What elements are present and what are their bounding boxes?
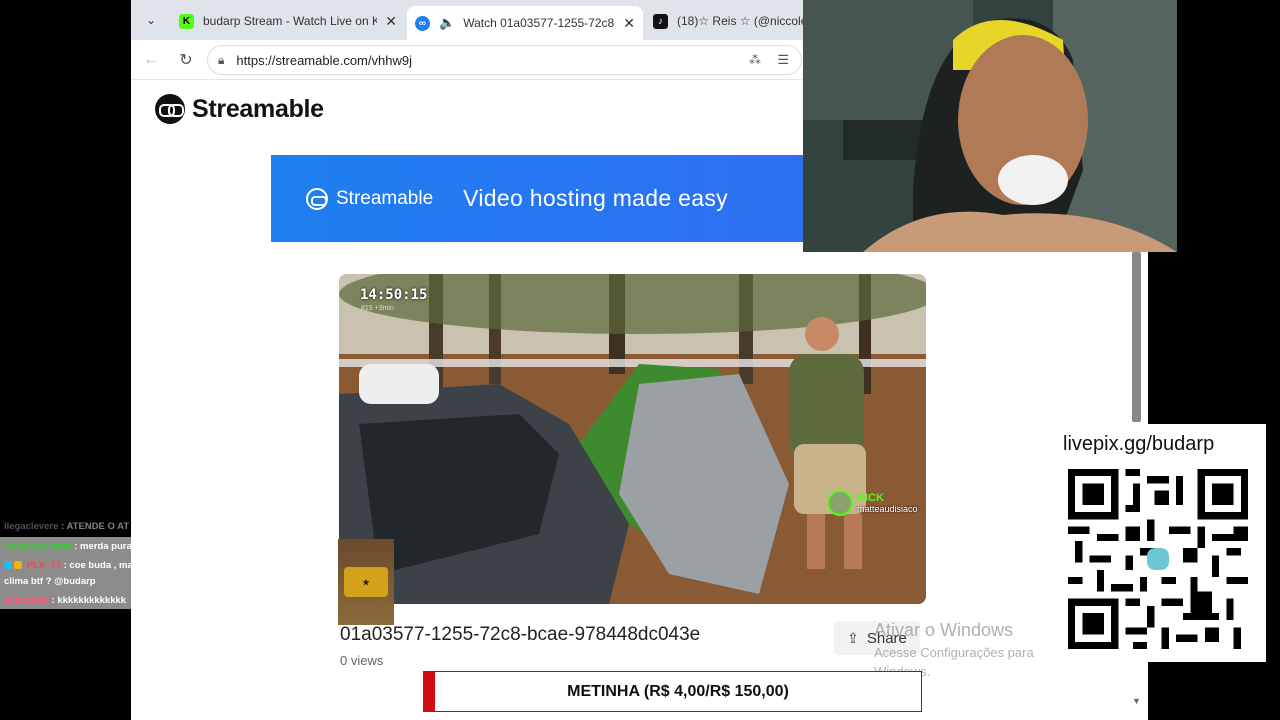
kick-logo-text: KICK [857,492,884,504]
chat-message: PLX_77 : coe buda , mandei sua figurinha… [4,560,379,571]
livepix-qr-panel: livepix.gg/budarp [1049,424,1266,662]
streamable-mark-icon [306,187,328,210]
video-player[interactable]: 14:50:15 #15 +3min KICK matteaudisiaco [339,274,926,604]
streamable-logo-icon: ∞ [415,15,430,31]
tab-list-chevron-icon[interactable]: ⌄ [139,8,163,32]
sticker-image: ★ [344,567,388,597]
tab-tiktok[interactable]: ♪ (18)☆ Reis ☆ (@niccoler [645,6,815,36]
donation-goal-bar: METINHA (R$ 4,00/R$ 150,00) [423,671,922,712]
reload-icon[interactable]: ↻ [174,48,198,72]
chat-text: merda pura [80,541,132,552]
webcam-image [803,0,1177,252]
badge-icon [4,561,12,569]
banner-tagline: Video hosting made easy [463,185,728,211]
streamable-mark-icon [155,94,185,124]
video-frame [339,274,926,604]
tab-streamable[interactable]: ∞ 🔈 Watch 01a03577-1255-72c8-b ✕ [407,6,643,40]
translate-icon[interactable]: ⁂ [749,53,761,67]
streamable-logo[interactable]: Streamable [155,94,324,124]
qr-url: livepix.gg/budarp [1063,433,1215,455]
tab-title: (18)☆ Reis ☆ (@niccoler [677,14,807,28]
address-url: https://streamable.com/vhhw9j [236,52,412,68]
chat-message-continuation: clima btf ? @budarp [4,576,96,587]
chat-username: PLX_77 [26,560,61,571]
activate-title: Ativar o Windows [874,620,1014,640]
chat-message: GiroDosArtista : merda pura [4,541,132,552]
qr-code-icon [1068,469,1248,649]
stream-frame: ⌄ K budarp Stream - Watch Live on Ki ✕ ∞… [0,0,1280,720]
chat-text: kkkkkkkkkkkkk [57,595,127,606]
video-title: 01a03577-1255-72c8-bcae-978448dc043e [340,624,701,645]
chat-username: asscasdw [4,595,49,606]
webcam-overlay [803,0,1177,252]
tab-title: Watch 01a03577-1255-72c8-b [463,16,616,30]
site-info-icon[interactable]: 🔒︎ [218,53,224,68]
reader-mode-icon[interactable]: ☰ [777,52,789,68]
tiktok-logo-icon: ♪ [653,13,668,29]
chat-overlay: Ilegaclevere : ATENDE O AT GiroDosArtist… [0,519,400,625]
scrollbar-thumb[interactable] [1132,252,1141,422]
speaker-icon[interactable]: 🔈 [439,15,455,31]
donation-goal-text: METINHA (R$ 4,00/R$ 150,00) [567,682,789,700]
share-icon: ⇪ [847,629,859,646]
scroll-down-arrow-icon[interactable]: ▼ [1132,696,1141,706]
activate-subtitle: Acesse Configurações para [874,645,1034,660]
address-bar[interactable]: 🔒︎ https://streamable.com/vhhw9j ⁂ ☰ [207,45,802,75]
video-views: 0 views [340,653,384,668]
logo-text: Streamable [192,94,324,123]
chat-message: asscasdw : kkkkkkkkkkkkk [4,595,127,606]
badge-icon [14,561,22,569]
back-arrow-icon[interactable]: ← [139,48,163,72]
tab-title: budarp Stream - Watch Live on Ki [203,14,378,28]
video-timestamp-sub: #15 +3min [361,305,394,312]
chat-message: Ilegaclevere : ATENDE O AT [4,521,130,532]
chat-username: Ilegaclevere [4,521,59,532]
banner-brand: Streamable [336,187,434,209]
chat-username: GiroDosArtista [4,541,72,552]
sticker-emote: ★ [338,539,394,625]
ad-banner[interactable]: Streamable Video hosting made easy [271,155,811,242]
video-timestamp: 14:50:15 [360,287,428,303]
tab-kick-stream[interactable]: K budarp Stream - Watch Live on Ki ✕ [171,6,405,36]
chat-text: clima btf ? @budarp [4,576,96,587]
chat-text: coe buda , mandei sua figurinha pra Nico… [69,560,380,571]
close-icon[interactable]: ✕ [385,13,397,30]
kick-watermark: KICK matteaudisiaco [827,490,918,516]
kick-username: matteaudisiaco [857,504,918,514]
kick-logo-icon: K [179,13,194,29]
avatar [827,490,853,516]
close-icon[interactable]: ✕ [623,15,635,32]
chat-text: ATENDE O AT [66,521,130,532]
